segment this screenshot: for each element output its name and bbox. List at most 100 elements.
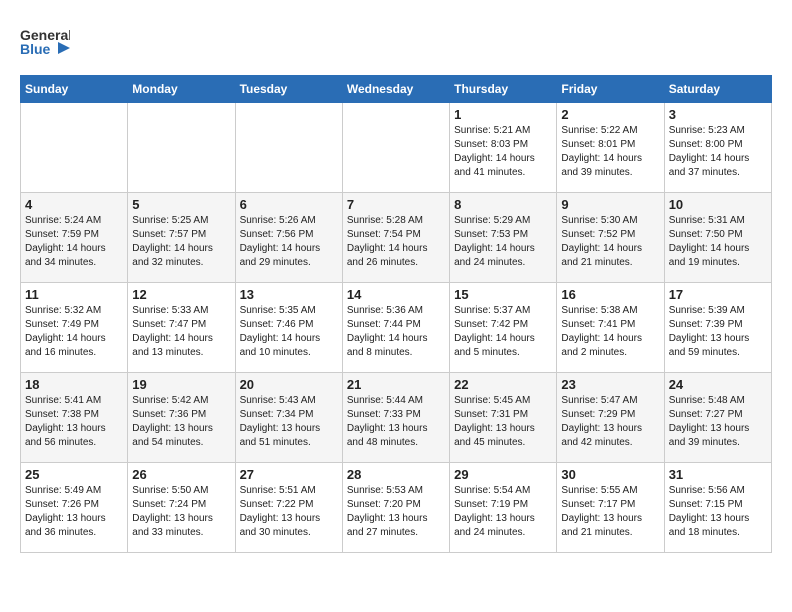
day-info: Sunrise: 5:29 AM Sunset: 7:53 PM Dayligh…: [454, 214, 552, 270]
day-number: 1: [454, 107, 552, 122]
calendar-week-1: 1 Sunrise: 5:21 AM Sunset: 8:03 PM Daylig…: [21, 103, 772, 193]
calendar-cell: 18 Sunrise: 5:41 AM Sunset: 7:38 PM Dayli…: [21, 373, 128, 463]
weekday-header-thursday: Thursday: [450, 76, 557, 103]
weekday-header-sunday: Sunday: [21, 76, 128, 103]
calendar-cell: 6Sunrise: 5:26 AM Sunset: 7:56 PM Daylig…: [235, 193, 342, 283]
calendar-cell: 27 Sunrise: 5:51 AM Sunset: 7:22 PM Dayli…: [235, 463, 342, 553]
svg-text:Blue: Blue: [20, 41, 51, 57]
calendar-cell: [21, 103, 128, 193]
calendar-cell: 2 Sunrise: 5:22 AM Sunset: 8:01 PM Daylig…: [557, 103, 664, 193]
day-number: 26: [132, 467, 230, 482]
calendar-cell: [342, 103, 449, 193]
calendar-cell: 28 Sunrise: 5:53 AM Sunset: 7:20 PM Dayli…: [342, 463, 449, 553]
day-info: Sunrise: 5:55 AM Sunset: 7:17 PM Dayligh…: [561, 484, 659, 540]
calendar-cell: 7Sunrise: 5:28 AM Sunset: 7:54 PM Daylig…: [342, 193, 449, 283]
day-info: Sunrise: 5:54 AM Sunset: 7:19 PM Dayligh…: [454, 484, 552, 540]
calendar-cell: 10Sunrise: 5:31 AM Sunset: 7:50 PM Dayli…: [664, 193, 771, 283]
calendar-cell: 16 Sunrise: 5:38 AM Sunset: 7:41 PM Dayli…: [557, 283, 664, 373]
calendar-cell: [128, 103, 235, 193]
day-info: Sunrise: 5:25 AM Sunset: 7:57 PM Dayligh…: [132, 214, 230, 270]
day-info: Sunrise: 5:21 AM Sunset: 8:03 PM Dayligh…: [454, 124, 552, 180]
day-info: Sunrise: 5:42 AM Sunset: 7:36 PM Dayligh…: [132, 394, 230, 450]
day-info: Sunrise: 5:56 AM Sunset: 7:15 PM Dayligh…: [669, 484, 767, 540]
day-number: 28: [347, 467, 445, 482]
day-info: Sunrise: 5:35 AM Sunset: 7:46 PM Dayligh…: [240, 304, 338, 360]
calendar-cell: 3 Sunrise: 5:23 AM Sunset: 8:00 PM Daylig…: [664, 103, 771, 193]
day-number: 16: [561, 287, 659, 302]
day-number: 27: [240, 467, 338, 482]
calendar-cell: 19 Sunrise: 5:42 AM Sunset: 7:36 PM Dayli…: [128, 373, 235, 463]
weekday-header-tuesday: Tuesday: [235, 76, 342, 103]
weekday-header-friday: Friday: [557, 76, 664, 103]
calendar-cell: 9Sunrise: 5:30 AM Sunset: 7:52 PM Daylig…: [557, 193, 664, 283]
day-info: Sunrise: 5:51 AM Sunset: 7:22 PM Dayligh…: [240, 484, 338, 540]
day-number: 23: [561, 377, 659, 392]
day-number: 11: [25, 287, 123, 302]
calendar-cell: 21Sunrise: 5:44 AM Sunset: 7:33 PM Dayli…: [342, 373, 449, 463]
logo-graphic: General Blue: [20, 20, 70, 65]
calendar-week-4: 18 Sunrise: 5:41 AM Sunset: 7:38 PM Dayli…: [21, 373, 772, 463]
day-number: 4: [25, 197, 123, 212]
day-info: Sunrise: 5:53 AM Sunset: 7:20 PM Dayligh…: [347, 484, 445, 540]
day-number: 24: [669, 377, 767, 392]
day-info: Sunrise: 5:38 AM Sunset: 7:41 PM Dayligh…: [561, 304, 659, 360]
day-number: 19: [132, 377, 230, 392]
day-number: 7: [347, 197, 445, 212]
day-number: 15: [454, 287, 552, 302]
weekday-header-monday: Monday: [128, 76, 235, 103]
day-info: Sunrise: 5:50 AM Sunset: 7:24 PM Dayligh…: [132, 484, 230, 540]
day-info: Sunrise: 5:48 AM Sunset: 7:27 PM Dayligh…: [669, 394, 767, 450]
day-info: Sunrise: 5:37 AM Sunset: 7:42 PM Dayligh…: [454, 304, 552, 360]
calendar-cell: 5 Sunrise: 5:25 AM Sunset: 7:57 PM Daylig…: [128, 193, 235, 283]
calendar-week-2: 4 Sunrise: 5:24 AM Sunset: 7:59 PM Daylig…: [21, 193, 772, 283]
day-number: 3: [669, 107, 767, 122]
day-number: 18: [25, 377, 123, 392]
day-info: Sunrise: 5:23 AM Sunset: 8:00 PM Dayligh…: [669, 124, 767, 180]
calendar-table: SundayMondayTuesdayWednesdayThursdayFrid…: [20, 75, 772, 553]
calendar-cell: 20 Sunrise: 5:43 AM Sunset: 7:34 PM Dayli…: [235, 373, 342, 463]
day-number: 22: [454, 377, 552, 392]
calendar-cell: 25 Sunrise: 5:49 AM Sunset: 7:26 PM Dayli…: [21, 463, 128, 553]
day-info: Sunrise: 5:22 AM Sunset: 8:01 PM Dayligh…: [561, 124, 659, 180]
calendar-cell: 17 Sunrise: 5:39 AM Sunset: 7:39 PM Dayli…: [664, 283, 771, 373]
calendar-cell: 8 Sunrise: 5:29 AM Sunset: 7:53 PM Daylig…: [450, 193, 557, 283]
calendar-cell: 26 Sunrise: 5:50 AM Sunset: 7:24 PM Dayli…: [128, 463, 235, 553]
day-info: Sunrise: 5:33 AM Sunset: 7:47 PM Dayligh…: [132, 304, 230, 360]
day-info: Sunrise: 5:41 AM Sunset: 7:38 PM Dayligh…: [25, 394, 123, 450]
calendar-cell: 4 Sunrise: 5:24 AM Sunset: 7:59 PM Daylig…: [21, 193, 128, 283]
calendar-cell: [235, 103, 342, 193]
day-number: 5: [132, 197, 230, 212]
day-number: 13: [240, 287, 338, 302]
day-number: 20: [240, 377, 338, 392]
day-number: 2: [561, 107, 659, 122]
day-info: Sunrise: 5:49 AM Sunset: 7:26 PM Dayligh…: [25, 484, 123, 540]
day-info: Sunrise: 5:47 AM Sunset: 7:29 PM Dayligh…: [561, 394, 659, 450]
calendar-cell: 11 Sunrise: 5:32 AM Sunset: 7:49 PM Dayli…: [21, 283, 128, 373]
calendar-cell: 1 Sunrise: 5:21 AM Sunset: 8:03 PM Daylig…: [450, 103, 557, 193]
day-info: Sunrise: 5:45 AM Sunset: 7:31 PM Dayligh…: [454, 394, 552, 450]
day-number: 17: [669, 287, 767, 302]
calendar-cell: 29 Sunrise: 5:54 AM Sunset: 7:19 PM Dayli…: [450, 463, 557, 553]
calendar-cell: 24 Sunrise: 5:48 AM Sunset: 7:27 PM Dayli…: [664, 373, 771, 463]
calendar-week-3: 11 Sunrise: 5:32 AM Sunset: 7:49 PM Dayli…: [21, 283, 772, 373]
day-number: 29: [454, 467, 552, 482]
calendar-cell: 23 Sunrise: 5:47 AM Sunset: 7:29 PM Dayli…: [557, 373, 664, 463]
day-number: 12: [132, 287, 230, 302]
day-number: 25: [25, 467, 123, 482]
weekday-header-saturday: Saturday: [664, 76, 771, 103]
day-number: 31: [669, 467, 767, 482]
calendar-header: SundayMondayTuesdayWednesdayThursdayFrid…: [21, 76, 772, 103]
day-info: Sunrise: 5:32 AM Sunset: 7:49 PM Dayligh…: [25, 304, 123, 360]
calendar-cell: 13 Sunrise: 5:35 AM Sunset: 7:46 PM Dayli…: [235, 283, 342, 373]
calendar-week-5: 25 Sunrise: 5:49 AM Sunset: 7:26 PM Dayli…: [21, 463, 772, 553]
day-info: Sunrise: 5:24 AM Sunset: 7:59 PM Dayligh…: [25, 214, 123, 270]
day-info: Sunrise: 5:39 AM Sunset: 7:39 PM Dayligh…: [669, 304, 767, 360]
day-number: 14: [347, 287, 445, 302]
day-number: 10: [669, 197, 767, 212]
weekday-header-wednesday: Wednesday: [342, 76, 449, 103]
day-info: Sunrise: 5:44 AM Sunset: 7:33 PM Dayligh…: [347, 394, 445, 450]
day-number: 8: [454, 197, 552, 212]
page-header: General Blue: [20, 20, 772, 65]
calendar-cell: 15 Sunrise: 5:37 AM Sunset: 7:42 PM Dayli…: [450, 283, 557, 373]
day-info: Sunrise: 5:43 AM Sunset: 7:34 PM Dayligh…: [240, 394, 338, 450]
